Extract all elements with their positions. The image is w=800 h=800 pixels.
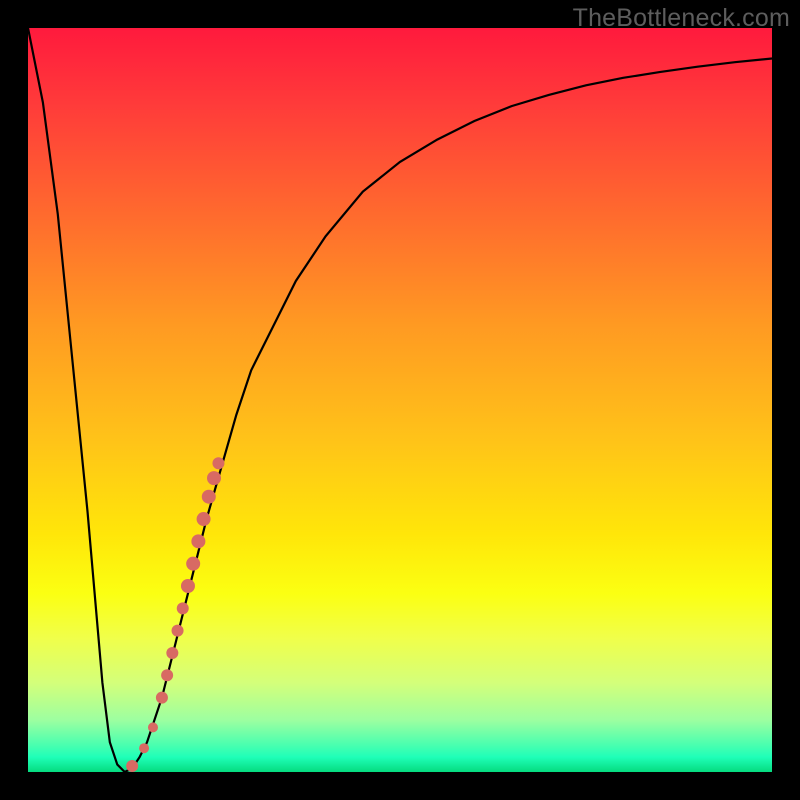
- curve-marker: [177, 602, 189, 614]
- curve-marker: [139, 743, 149, 753]
- curve-marker: [181, 579, 195, 593]
- curve-marker: [156, 692, 168, 704]
- curve-marker: [212, 457, 224, 469]
- curve-svg: [28, 28, 772, 772]
- curve-marker: [197, 512, 211, 526]
- curve-marker: [148, 722, 158, 732]
- curve-marker: [186, 557, 200, 571]
- curve-marker: [126, 760, 138, 772]
- curve-marker: [202, 490, 216, 504]
- curve-marker: [161, 669, 173, 681]
- watermark-text: TheBottleneck.com: [573, 4, 790, 33]
- curve-marker: [207, 471, 221, 485]
- curve-marker: [191, 534, 205, 548]
- outer-frame: TheBottleneck.com: [0, 0, 800, 800]
- curve-marker: [166, 647, 178, 659]
- plot-area: [28, 28, 772, 772]
- curve-marker: [172, 625, 184, 637]
- bottleneck-curve: [28, 28, 772, 772]
